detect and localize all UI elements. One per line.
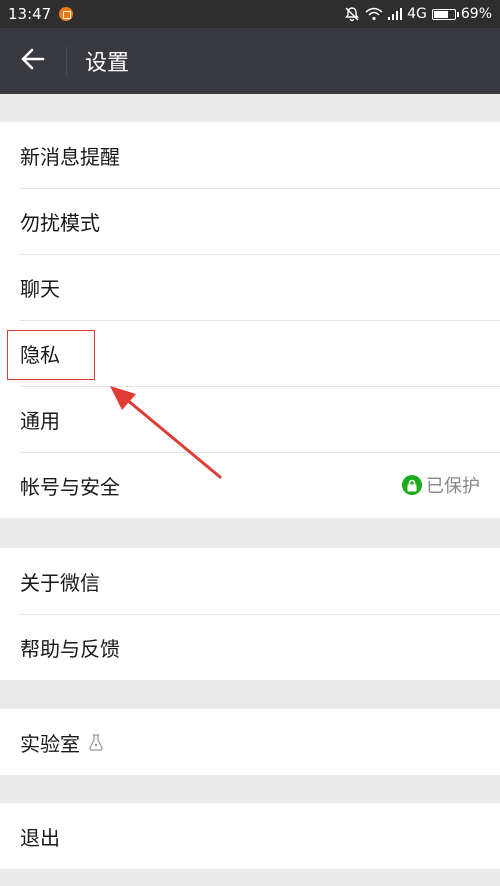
security-status: 已保护 — [402, 472, 480, 498]
security-status-text: 已保护 — [426, 476, 480, 497]
battery-icon — [431, 8, 459, 20]
menu-item-label: 退出 — [20, 825, 60, 850]
app-header: 设置 — [0, 28, 500, 94]
annotation-arrow-icon — [110, 386, 222, 479]
menu-item-label: 聊天 — [20, 276, 60, 301]
header-divider — [66, 46, 67, 76]
page-title: 设置 — [85, 51, 130, 76]
menu-item-general[interactable]: 通用 — [0, 386, 500, 452]
bell-off-icon — [344, 6, 360, 22]
status-right: 4G 69% — [344, 6, 492, 22]
menu-item-account-security[interactable]: 帐号与安全 已保护 — [0, 452, 500, 518]
menu-item-label: 帮助与反馈 — [20, 636, 120, 661]
status-time: 13:47 — [8, 5, 52, 23]
back-button[interactable] — [0, 28, 66, 94]
menu-item-label: 新消息提醒 — [20, 144, 120, 169]
settings-group-main: 新消息提醒 勿扰模式 聊天 隐私 通用 帐号与安全 已保护 — [0, 122, 500, 518]
network-type: 4G — [407, 6, 427, 22]
settings-group-logout: 退出 — [0, 803, 500, 869]
menu-item-label: 实验室 — [20, 731, 80, 756]
battery-percent: 69% — [460, 6, 492, 22]
settings-group-lab: 实验室 — [0, 709, 500, 775]
signal-icon — [388, 8, 403, 20]
logout-button[interactable]: 退出 — [0, 803, 500, 869]
menu-item-help-feedback[interactable]: 帮助与反馈 — [0, 614, 500, 680]
app-notification-icon — [59, 7, 74, 21]
menu-item-chat[interactable]: 聊天 — [0, 254, 500, 320]
menu-item-new-message-alerts[interactable]: 新消息提醒 — [0, 122, 500, 188]
settings-group-about: 关于微信 帮助与反馈 — [0, 548, 500, 680]
menu-item-about-wechat[interactable]: 关于微信 — [0, 548, 500, 614]
flask-icon — [88, 733, 104, 751]
arrow-left-icon — [21, 48, 45, 74]
status-left: 13:47 — [8, 5, 74, 23]
menu-item-lab[interactable]: 实验室 — [0, 709, 500, 775]
menu-item-label: 勿扰模式 — [20, 210, 100, 235]
menu-item-label: 关于微信 — [20, 570, 100, 595]
status-bar: 13:47 4G 69% — [0, 0, 500, 28]
menu-item-label: 通用 — [20, 408, 60, 433]
lock-icon — [402, 475, 422, 495]
menu-item-do-not-disturb[interactable]: 勿扰模式 — [0, 188, 500, 254]
wifi-icon — [365, 7, 383, 21]
annotation-highlight-box — [7, 330, 95, 380]
